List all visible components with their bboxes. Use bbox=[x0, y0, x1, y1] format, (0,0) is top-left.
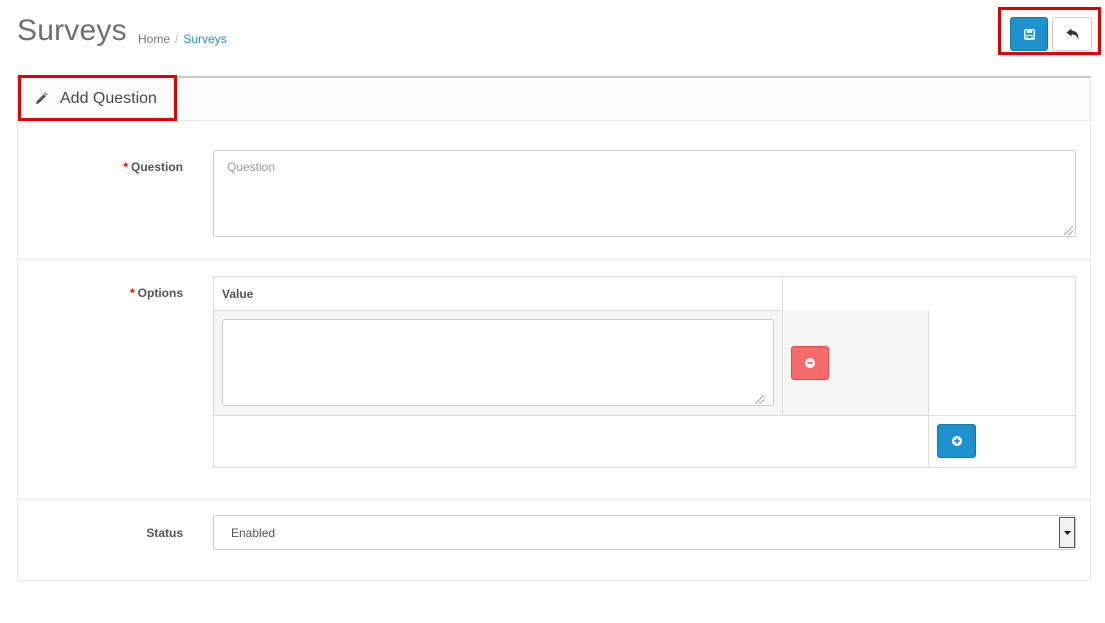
minus-circle-icon bbox=[805, 358, 815, 368]
breadcrumb-surveys[interactable]: Surveys bbox=[183, 32, 226, 46]
breadcrumb-separator: / bbox=[175, 32, 179, 46]
table-row bbox=[214, 311, 783, 415]
question-input[interactable] bbox=[213, 150, 1076, 237]
highlight-box-actions bbox=[998, 7, 1101, 55]
table-divider bbox=[214, 415, 1075, 416]
row-divider bbox=[18, 499, 1090, 500]
add-option-button[interactable] bbox=[937, 424, 976, 458]
options-table-header: Value bbox=[214, 277, 783, 311]
page-title: Surveys bbox=[17, 14, 127, 47]
options-table: Value bbox=[213, 276, 1076, 468]
option-value-input[interactable] bbox=[222, 319, 774, 406]
row-divider bbox=[18, 259, 1090, 260]
save-button[interactable] bbox=[1010, 17, 1048, 51]
resize-grip-icon[interactable] bbox=[755, 395, 764, 404]
resize-grip-icon[interactable] bbox=[1064, 226, 1073, 235]
required-marker: * bbox=[123, 160, 128, 174]
table-divider bbox=[928, 415, 929, 467]
form-panel: Add Question *Question *Options Value bbox=[17, 75, 1091, 581]
plus-circle-icon bbox=[951, 436, 962, 446]
panel-title: Add Question bbox=[60, 90, 157, 107]
status-selected-value: Enabled bbox=[231, 526, 276, 540]
status-select[interactable]: Enabled bbox=[213, 515, 1076, 550]
chevron-down-icon[interactable] bbox=[1059, 517, 1075, 548]
breadcrumb-home[interactable]: Home bbox=[138, 32, 170, 46]
question-label: * Question bbox=[123, 160, 183, 174]
breadcrumb: Home / Surveys bbox=[138, 32, 227, 46]
status-label: Status bbox=[146, 526, 183, 540]
remove-option-button[interactable] bbox=[791, 346, 829, 380]
reply-arrow-icon bbox=[1066, 28, 1078, 40]
back-button[interactable] bbox=[1052, 17, 1092, 51]
option-action-cell bbox=[783, 311, 929, 415]
floppy-disk-icon bbox=[1023, 28, 1035, 40]
pencil-icon bbox=[36, 92, 48, 104]
panel-heading: Add Question bbox=[18, 75, 1090, 121]
value-column-header: Value bbox=[222, 287, 254, 301]
options-label: * Options bbox=[130, 286, 183, 300]
required-marker: * bbox=[130, 286, 135, 300]
